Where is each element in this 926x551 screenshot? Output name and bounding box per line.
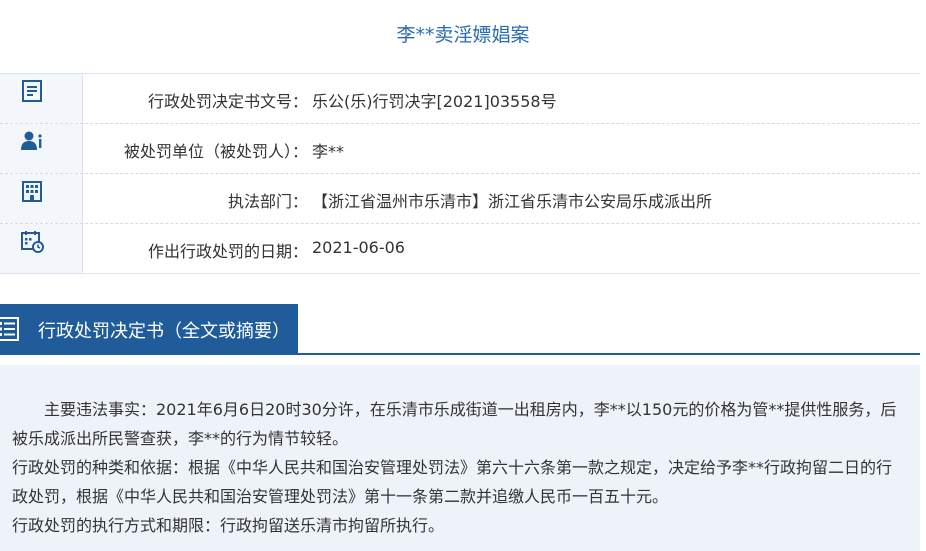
info-row-document-number: 行政处罚决定书文号： 乐公(乐)行罚决字[2021]03558号 <box>0 74 920 124</box>
info-value: 2021-06-06 <box>312 238 405 257</box>
execution-paragraph: 行政处罚的执行方式和期限：行政拘留送乐清市拘留所执行。 <box>12 516 445 535</box>
section-tab: 行政处罚决定书（全文或摘要） <box>0 304 298 353</box>
info-row-enforcement-dept: 执法部门： 【浙江省温州市乐清市】浙江省乐清市公安局乐成派出所 <box>0 174 920 224</box>
info-value: 【浙江省温州市乐清市】浙江省乐清市公安局乐成派出所 <box>312 192 713 211</box>
penalty-paragraph: 行政处罚的种类和依据：根据《中华人民共和国治安管理处罚法》第六十六条第一款之规定… <box>12 458 893 506</box>
info-value: 李** <box>312 142 345 161</box>
decision-content: 主要违法事实：2021年6月6日20时30分许，在乐清市乐成街道一出租房内，李*… <box>0 365 920 551</box>
info-label: 被处罚单位（被处罚人）： <box>123 142 308 161</box>
info-row-punished-party: 被处罚单位（被处罚人）： 李** <box>0 124 920 174</box>
document-icon <box>22 80 42 102</box>
info-table: 行政处罚决定书文号： 乐公(乐)行罚决字[2021]03558号 被处罚单位（被… <box>0 73 920 274</box>
calendar-icon <box>21 231 44 253</box>
info-row-decision-date: 作出行政处罚的日期： 2021-06-06 <box>0 224 920 274</box>
info-label: 行政处罚决定书文号： <box>147 92 308 111</box>
building-icon <box>22 181 42 202</box>
info-value: 乐公(乐)行罚决字[2021]03558号 <box>312 92 557 111</box>
fact-paragraph: 主要违法事实：2021年6月6日20时30分许，在乐清市乐成街道一出租房内，李*… <box>12 400 897 448</box>
section-header: 行政处罚决定书（全文或摘要） <box>0 304 920 355</box>
person-icon <box>21 131 42 150</box>
section-title: 行政处罚决定书（全文或摘要） <box>38 321 290 342</box>
list-icon <box>0 317 19 341</box>
page-title: 李**卖淫嫖娼案 <box>396 24 530 46</box>
info-label: 执法部门： <box>227 192 308 211</box>
info-label: 作出行政处罚的日期： <box>147 242 308 261</box>
